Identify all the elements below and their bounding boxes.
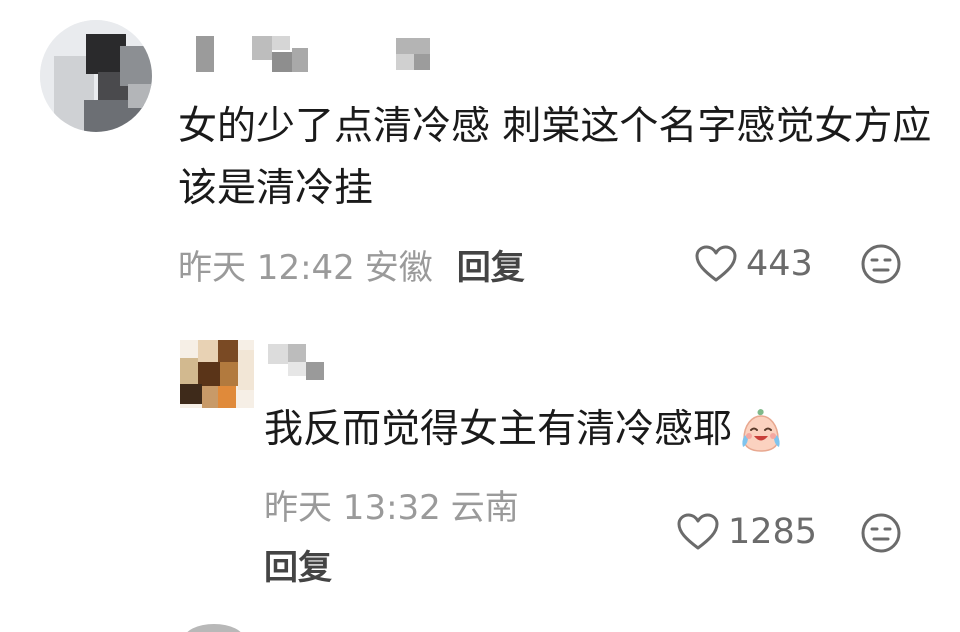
crying-laughing-face-emoji [736, 405, 786, 455]
reply-text-row: 我反而觉得女主有清冷感耶 [264, 400, 786, 460]
like-count: 443 [746, 244, 813, 284]
reply-reaction-button[interactable] [860, 512, 902, 554]
reply-meta: 昨天 13:32 云南 [264, 478, 519, 530]
next-comment-avatar[interactable] [184, 624, 244, 632]
comment-location: 安徽 [364, 247, 433, 288]
neutral-face-icon [861, 244, 901, 284]
reply-username-blurred[interactable] [268, 342, 348, 382]
heart-outline-icon [695, 245, 737, 282]
comment-text: 女的少了点清冷感 刺棠这个名字感觉女方应该是清冷挂 [178, 104, 932, 211]
reply-reply-button[interactable]: 回复 [264, 538, 332, 590]
reaction-button[interactable] [860, 243, 902, 285]
reply-text: 我反而觉得女主有清冷感耶 [264, 407, 733, 452]
avatar-block [128, 84, 152, 108]
comment-meta: 昨天 12:42 安徽 回复 [178, 238, 525, 290]
heart-outline-icon [677, 513, 719, 550]
like-button[interactable]: 443 [694, 238, 813, 290]
reply-button[interactable]: 回复 [457, 240, 525, 289]
reply-like-count: 1285 [728, 512, 818, 552]
reply-location: 云南 [450, 487, 519, 528]
neutral-face-icon [861, 513, 901, 553]
avatar-block [120, 46, 152, 86]
avatar[interactable] [40, 20, 152, 132]
reply-time: 昨天 13:32 [264, 487, 441, 528]
reply-avatar[interactable] [180, 340, 254, 408]
reply-like-button[interactable]: 1285 [676, 506, 817, 558]
comment-time: 昨天 12:42 [178, 247, 355, 288]
username-blurred[interactable] [196, 34, 456, 74]
comment-thread: 女的少了点清冷感 刺棠这个名字感觉女方应该是清冷挂 昨天 12:42 安徽 回复… [0, 0, 960, 632]
